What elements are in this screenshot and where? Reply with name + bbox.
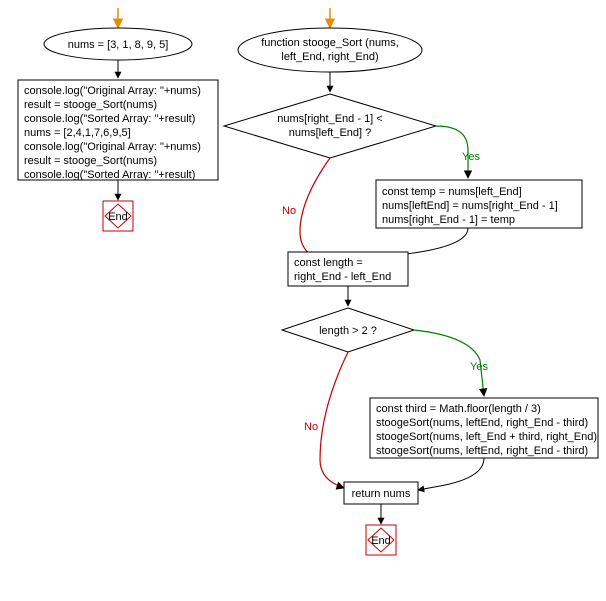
right-end-label: End (371, 535, 391, 547)
left-start-oval: nums = [3, 1, 8, 9, 5] (44, 28, 192, 60)
recurse-box: const third = Math.floor(length / 3) sto… (370, 398, 598, 458)
left-code-line: console.log("Original Array: "+nums) (24, 85, 201, 97)
swap-line: const temp = nums[left_End] (382, 186, 522, 198)
recurse-to-return-edge (418, 458, 484, 490)
diamond2-yes-label: Yes (470, 361, 488, 373)
diamond1-yes-label: Yes (462, 151, 480, 163)
return-box: return nums (344, 482, 418, 504)
left-code-line: result = stooge_Sort(nums) (24, 155, 157, 167)
func-oval-line: left_End, right_End) (281, 51, 378, 63)
return-text: return nums (352, 488, 411, 500)
right-end-node: End (366, 525, 396, 555)
left-code-box: console.log("Original Array: "+nums) res… (18, 80, 218, 181)
diamond1-no-label: No (282, 205, 296, 217)
diamond2-text: length > 2 ? (319, 325, 377, 337)
diamond-2: length > 2 ? (282, 308, 414, 352)
left-code-line: result = stooge_Sort(nums) (24, 99, 157, 111)
left-oval-text: nums = [3, 1, 8, 9, 5] (68, 39, 169, 51)
length-line: right_End - left_End (294, 271, 391, 283)
swap-line: nums[leftEnd] = nums[right_End - 1] (382, 200, 558, 212)
diamond1-no-edge (300, 158, 330, 258)
left-code-line: nums = [2,4,1,7,6,9,5] (24, 127, 131, 139)
recurse-line: stoogeSort(nums, leftEnd, right_End - th… (376, 445, 588, 457)
func-oval-line: function stooge_Sort (nums, (261, 37, 399, 49)
recurse-line: stoogeSort(nums, leftEnd, right_End - th… (376, 417, 588, 429)
length-line: const length = (294, 257, 363, 269)
left-code-line: console.log("Original Array: "+nums) (24, 141, 201, 153)
diamond2-no-edge (320, 352, 348, 488)
swap-line: nums[right_End - 1] = temp (382, 214, 515, 226)
diamond-1: nums[right_End - 1] < nums[left_End] ? (224, 94, 436, 158)
left-end-node: End (103, 201, 133, 231)
length-box: const length = right_End - left_End (288, 252, 408, 286)
left-code-line: console.log("Sorted Array: "+result) (24, 169, 195, 181)
func-oval: function stooge_Sort (nums, left_End, ri… (238, 28, 422, 72)
recurse-line: const third = Math.floor(length / 3) (376, 403, 541, 415)
left-code-line: console.log("Sorted Array: "+result) (24, 113, 195, 125)
left-end-label: End (108, 211, 128, 223)
swap-box: const temp = nums[left_End] nums[leftEnd… (376, 180, 582, 228)
diamond2-no-label: No (304, 421, 318, 433)
flowchart-svg: nums = [3, 1, 8, 9, 5] console.log("Orig… (0, 0, 606, 601)
diamond1-line: nums[right_End - 1] < (277, 113, 382, 125)
recurse-line: stoogeSort(nums, left_End + third, right… (376, 431, 597, 443)
diamond1-line: nums[left_End] ? (289, 127, 372, 139)
